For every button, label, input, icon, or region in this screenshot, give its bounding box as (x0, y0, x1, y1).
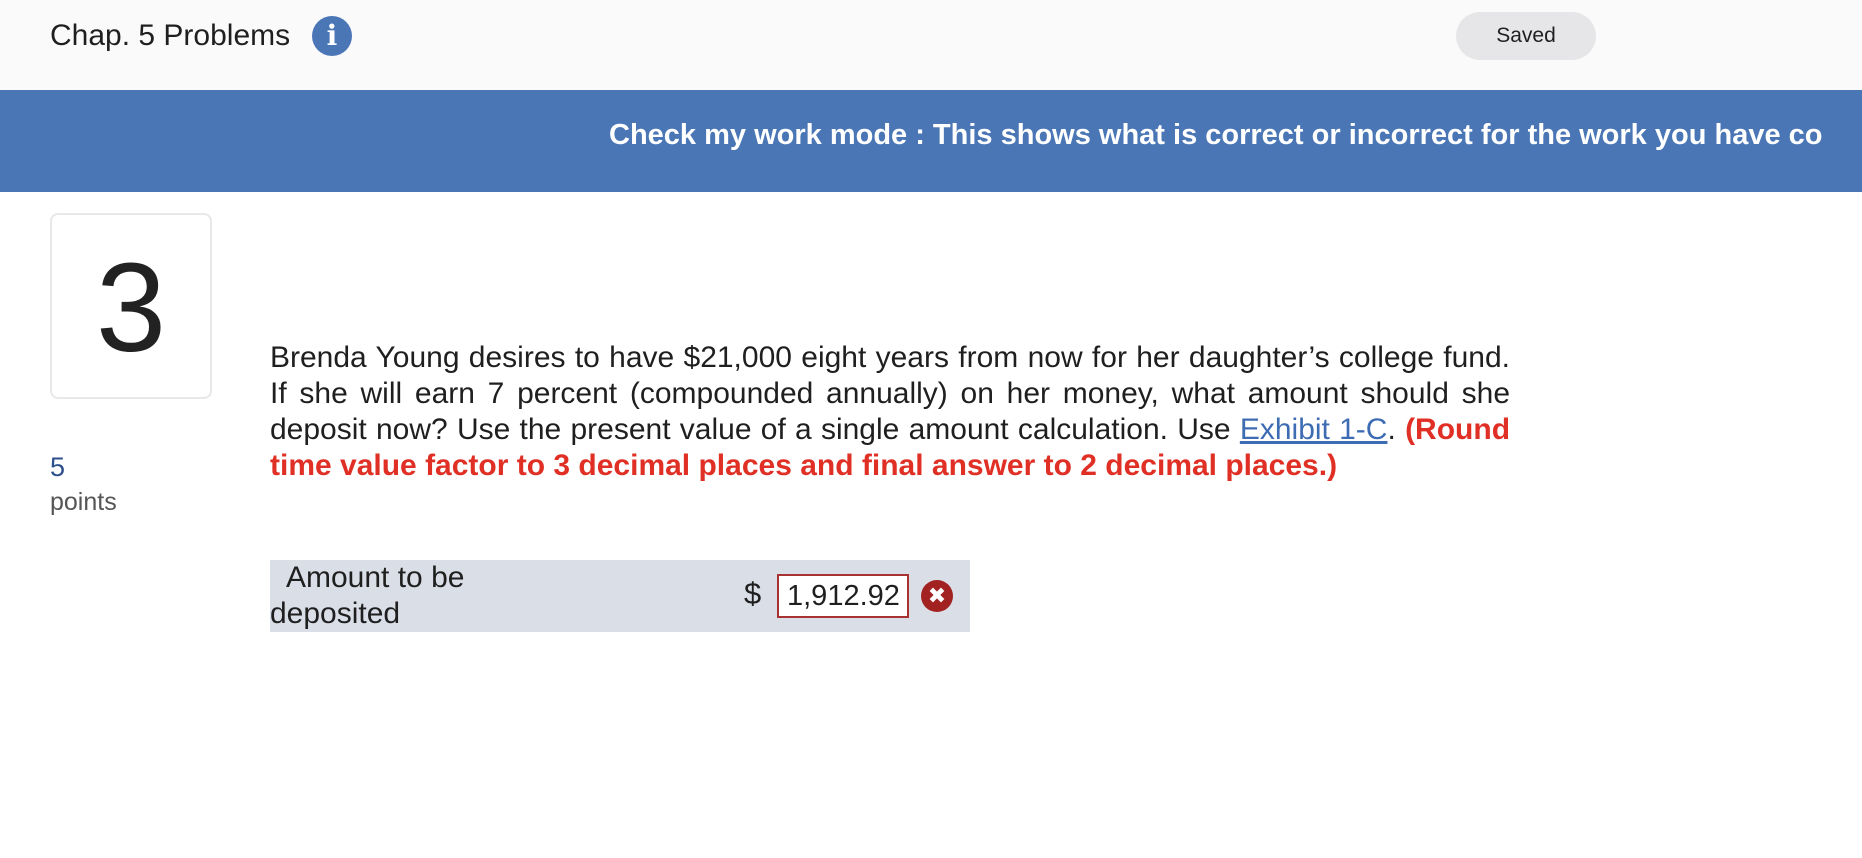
points-label: points (50, 488, 117, 516)
exhibit-link[interactable]: Exhibit 1-C (1240, 413, 1388, 446)
top-bar: Chap. 5 Problems i Saved (0, 0, 1862, 90)
info-icon[interactable]: i (312, 16, 352, 56)
question-text: Brenda Young desires to have $21,000 eig… (270, 340, 1510, 484)
saved-status-badge: Saved (1456, 12, 1596, 60)
answer-row: Amount to be deposited $ ✖ (270, 560, 970, 632)
question-punctuation: . (1387, 413, 1406, 446)
incorrect-icon: ✖ (921, 580, 953, 612)
answer-label: Amount to be deposited (270, 561, 465, 630)
check-my-work-banner: Check my work mode : This shows what is … (0, 90, 1862, 192)
question-number: 3 (50, 213, 212, 399)
banner-message: Check my work mode : This shows what is … (609, 119, 1823, 151)
currency-symbol: $ (744, 576, 762, 611)
points-value: 5 (50, 452, 66, 482)
amount-input[interactable] (777, 574, 909, 618)
assignment-title: Chap. 5 Problems (50, 19, 291, 52)
